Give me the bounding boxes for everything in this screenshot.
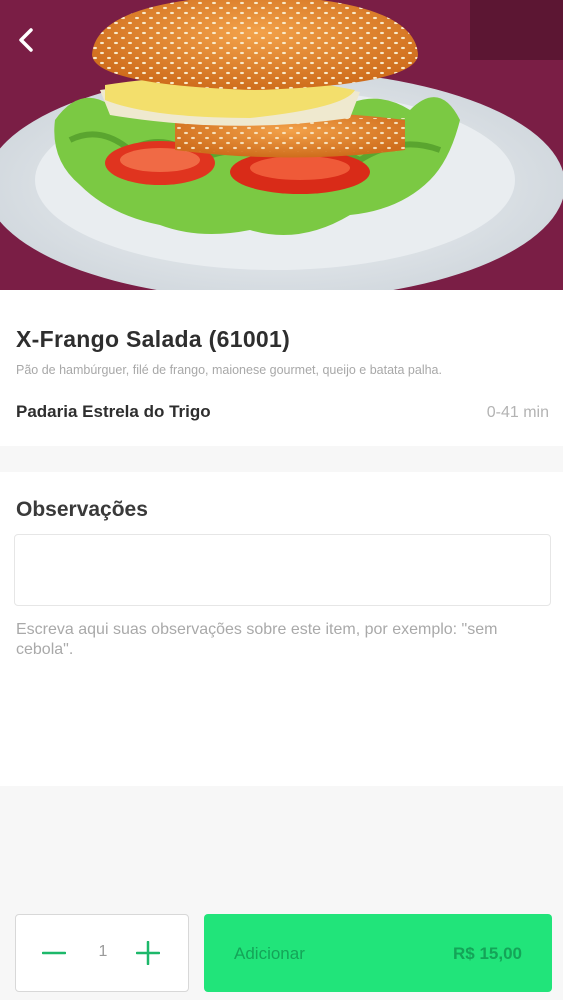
- product-info: X-Frango Salada (61001) Pão de hambúrgue…: [0, 290, 563, 446]
- burger-illustration: [0, 0, 563, 290]
- chevron-left-icon: [19, 28, 33, 52]
- minus-icon: [42, 951, 66, 955]
- observations-input[interactable]: [14, 534, 551, 606]
- observations-help: Escreva aqui suas observações sobre este…: [16, 621, 498, 658]
- store-name: Padaria Estrela do Trigo: [16, 402, 211, 421]
- add-to-cart-button[interactable]: Adicionar R$ 15,00: [204, 914, 552, 992]
- back-button[interactable]: [8, 20, 44, 60]
- increase-quantity-button[interactable]: [132, 937, 164, 969]
- quantity-value: 1: [98, 943, 108, 960]
- product-description: Pão de hambúrguer, filé de frango, maion…: [16, 363, 442, 377]
- add-to-cart-label: Adicionar: [234, 944, 305, 963]
- product-title: X-Frango Salada (61001): [16, 326, 291, 352]
- add-to-cart-price: R$ 15,00: [453, 944, 522, 963]
- observations-title: Observações: [16, 498, 148, 521]
- plus-icon: [136, 941, 160, 965]
- delivery-time: 0-41 min: [486, 404, 549, 421]
- decrease-quantity-button[interactable]: [38, 937, 70, 969]
- product-photo: [0, 0, 563, 290]
- observations-section: Observações Escreva aqui suas observaçõe…: [0, 472, 563, 786]
- quantity-stepper: 1: [15, 914, 189, 992]
